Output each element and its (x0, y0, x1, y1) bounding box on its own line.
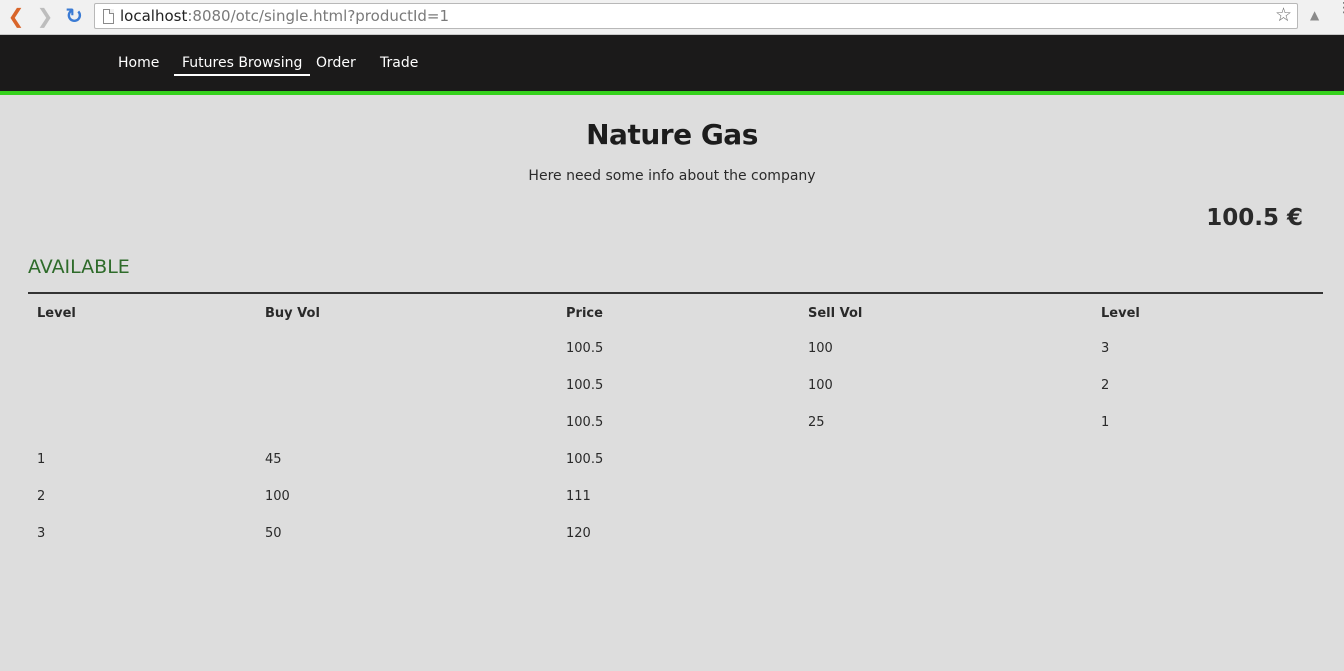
divider (28, 292, 1323, 294)
cell-buy-level (28, 404, 256, 441)
table-row: 100.5 100 3 (28, 330, 1323, 367)
url-host: localhost (120, 7, 188, 25)
order-book-table: Level Buy Vol Price Sell Vol Level 100.5… (28, 296, 1323, 552)
cell-price: 100.5 (566, 452, 604, 467)
table-row: 3 50 120 (28, 515, 1323, 552)
page-icon (103, 9, 114, 24)
cell-sell-level: 2 (1101, 378, 1110, 393)
table-row: 100.5 25 1 (28, 404, 1323, 441)
cell-price: 111 (566, 489, 591, 504)
cell-buy-level: 3 (37, 526, 46, 541)
nav-trade[interactable]: Trade (380, 55, 418, 71)
col-header-level-buy: Level (37, 305, 76, 321)
cell-buy-vol (256, 404, 557, 441)
menu-icon[interactable]: ⋮ (1337, 1, 1344, 15)
cell-sell-vol: 100 (808, 341, 833, 356)
cell-price: 120 (566, 526, 591, 541)
available-heading: AVAILABLE (28, 256, 130, 278)
product-description: Here need some info about the company (528, 168, 816, 184)
cell-price: 100.5 (566, 341, 604, 356)
cell-buy-level: 1 (37, 452, 46, 467)
site-navbar: Home Futures Browsing Order Trade (0, 35, 1344, 95)
cell-buy-vol: 100 (265, 489, 290, 504)
cell-buy-vol (256, 367, 557, 404)
address-bar[interactable]: localhost:8080/otc/single.html?productId… (94, 3, 1298, 29)
table-row: 1 45 100.5 (28, 441, 1323, 478)
cell-sell-vol (799, 515, 1092, 552)
cell-buy-level (28, 367, 256, 404)
star-icon[interactable]: ☆ (1275, 4, 1292, 26)
browser-toolbar: ❮ ❯ ↻ localhost:8080/otc/single.html?pro… (0, 0, 1344, 35)
col-header-price: Price (566, 305, 603, 321)
cell-price: 100.5 (566, 415, 604, 430)
cell-price: 100.5 (566, 378, 604, 393)
url-path: :8080/otc/single.html?productId=1 (187, 7, 450, 25)
product-title: Nature Gas (586, 118, 758, 151)
nav-home[interactable]: Home (118, 55, 159, 71)
nav-order[interactable]: Order (316, 55, 356, 71)
cell-sell-vol (799, 441, 1092, 478)
cell-buy-level: 2 (37, 489, 46, 504)
table-header-row: Level Buy Vol Price Sell Vol Level (28, 296, 1323, 330)
cell-sell-level (1092, 515, 1323, 552)
cell-sell-vol: 100 (808, 378, 833, 393)
nav-futures-browsing[interactable]: Futures Browsing (174, 55, 311, 76)
cell-sell-level (1092, 441, 1323, 478)
col-header-sell-vol: Sell Vol (808, 305, 863, 321)
product-price: 100.5 € (1206, 205, 1303, 231)
cell-buy-vol (256, 330, 557, 367)
cell-sell-level (1092, 478, 1323, 515)
col-header-buy-vol: Buy Vol (265, 305, 320, 321)
table-row: 2 100 111 (28, 478, 1323, 515)
cell-sell-level: 1 (1101, 415, 1110, 430)
extension-icon[interactable]: ▲ (1310, 8, 1319, 22)
cell-sell-vol: 25 (808, 415, 825, 430)
cell-buy-vol: 45 (265, 452, 282, 467)
reload-icon[interactable]: ↻ (62, 4, 86, 28)
back-arrow-icon[interactable]: ❮ (4, 4, 28, 28)
url-text[interactable]: localhost:8080/otc/single.html?productId… (120, 7, 449, 25)
forward-arrow-icon[interactable]: ❯ (33, 4, 57, 28)
cell-sell-level: 3 (1101, 341, 1110, 356)
table-row: 100.5 100 2 (28, 367, 1323, 404)
col-header-level-sell: Level (1101, 305, 1140, 321)
cell-sell-vol (799, 478, 1092, 515)
cell-buy-vol: 50 (265, 526, 282, 541)
cell-buy-level (28, 330, 256, 367)
